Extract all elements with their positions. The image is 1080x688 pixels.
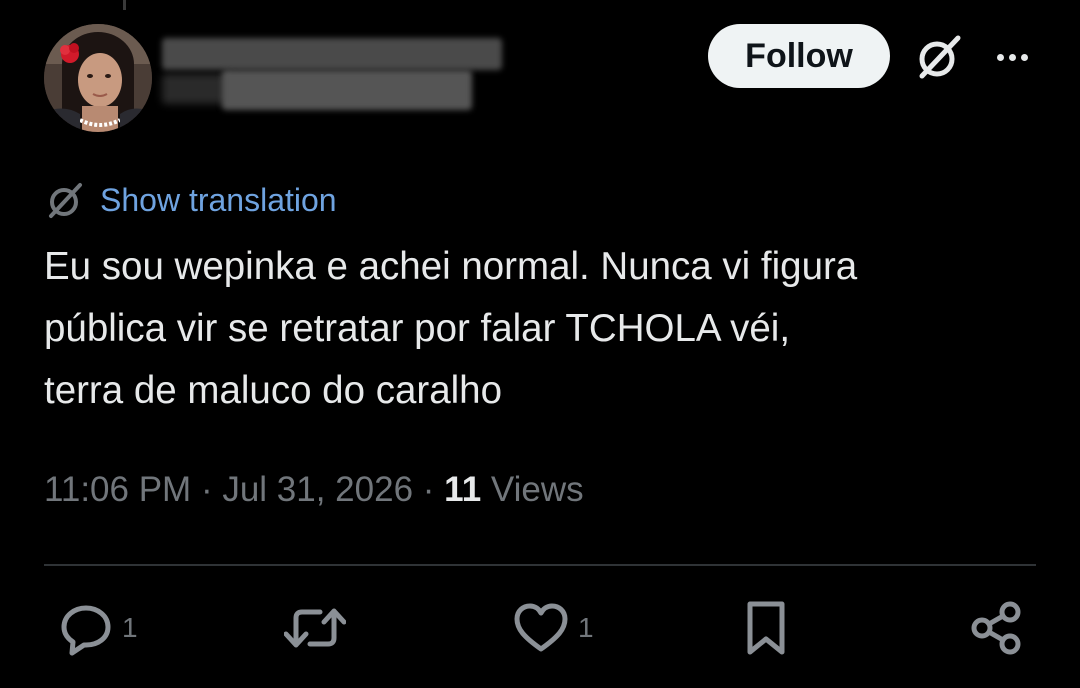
avatar[interactable] xyxy=(44,24,152,132)
heart-icon xyxy=(514,603,568,652)
share-icon xyxy=(971,601,1021,655)
reply-count: 1 xyxy=(122,612,138,643)
thread-connector xyxy=(123,0,126,10)
share-button[interactable] xyxy=(970,600,1024,656)
tweet-text: Eu sou wepinka e achei normal. Nunca vi … xyxy=(44,245,858,412)
redacted-user-name xyxy=(162,34,508,112)
views-count: 11 xyxy=(444,470,482,509)
reply-button[interactable]: 1 xyxy=(58,600,138,656)
show-translation-link[interactable]: Show translation xyxy=(100,182,337,219)
translate-row[interactable]: Show translation xyxy=(44,176,337,224)
tweet-date[interactable]: Jul 31, 2026 xyxy=(222,470,413,509)
meta-separator: · xyxy=(191,470,223,509)
grok-icon[interactable] xyxy=(912,30,966,84)
meta-separator: · xyxy=(413,470,445,509)
translate-icon xyxy=(49,183,82,218)
tweet-meta: 11:06 PM · Jul 31, 2026 · 11 Views xyxy=(44,470,584,510)
like-button[interactable]: 1 xyxy=(512,600,594,656)
follow-button[interactable]: Follow xyxy=(708,24,890,88)
divider xyxy=(44,564,1036,566)
bookmark-icon xyxy=(747,601,785,655)
retweet-button[interactable] xyxy=(284,600,346,656)
like-count: 1 xyxy=(578,612,594,643)
retweet-icon xyxy=(284,608,346,648)
views-label: Views xyxy=(481,470,584,509)
reply-icon xyxy=(61,605,111,656)
bookmark-button[interactable] xyxy=(744,600,788,656)
tweet-time[interactable]: 11:06 PM xyxy=(44,470,191,509)
more-options-icon[interactable] xyxy=(990,30,1034,84)
